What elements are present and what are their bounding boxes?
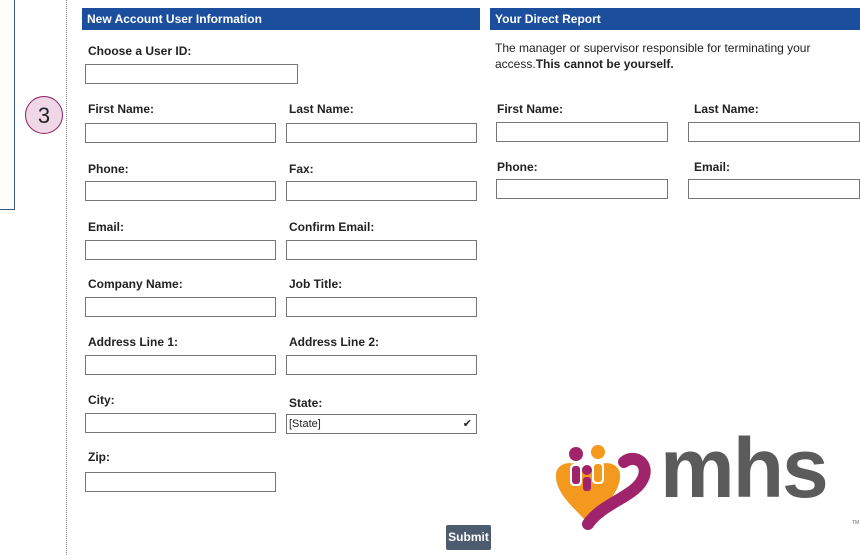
dotted-divider bbox=[66, 0, 67, 555]
state-select-value: [State] bbox=[289, 418, 321, 430]
phone-input[interactable] bbox=[85, 181, 276, 201]
fax-input[interactable] bbox=[286, 181, 477, 201]
confirm-email-label: Confirm Email: bbox=[289, 220, 375, 234]
fax-label: Fax: bbox=[289, 162, 314, 176]
last-name-label: Last Name: bbox=[289, 102, 354, 116]
first-name-input[interactable] bbox=[85, 123, 276, 143]
last-name-input[interactable] bbox=[286, 123, 477, 143]
report-first-name-input[interactable] bbox=[496, 122, 668, 142]
job-title-input[interactable] bbox=[286, 297, 477, 317]
report-email-label: Email: bbox=[694, 160, 731, 174]
state-label: State: bbox=[289, 396, 323, 410]
company-name-label: Company Name: bbox=[88, 277, 183, 291]
new-account-header: New Account User Information bbox=[82, 8, 480, 30]
company-name-input[interactable] bbox=[85, 297, 276, 317]
address-line-1-input[interactable] bbox=[85, 355, 276, 375]
city-input[interactable] bbox=[85, 413, 276, 433]
report-phone-input[interactable] bbox=[496, 179, 668, 199]
trademark-mark: TM bbox=[852, 520, 860, 526]
zip-input[interactable] bbox=[85, 472, 276, 492]
report-last-name-input[interactable] bbox=[688, 122, 860, 142]
direct-report-note-warning: This cannot be yourself. bbox=[535, 57, 674, 71]
address-line-1-label: Address Line 1: bbox=[88, 335, 179, 349]
report-phone-label: Phone: bbox=[497, 160, 538, 174]
direct-report-header: Your Direct Report bbox=[490, 8, 860, 30]
direct-report-note: The manager or supervisor responsible fo… bbox=[495, 40, 855, 72]
submit-button[interactable]: Submit bbox=[446, 525, 491, 550]
email-input[interactable] bbox=[85, 240, 276, 260]
user-id-input[interactable] bbox=[85, 64, 298, 84]
logo-text: mhs bbox=[660, 421, 829, 515]
user-id-label: Choose a User ID: bbox=[88, 44, 192, 58]
phone-label: Phone: bbox=[88, 162, 129, 176]
report-last-name-label: Last Name: bbox=[694, 102, 759, 116]
report-email-input[interactable] bbox=[688, 179, 860, 199]
city-label: City: bbox=[88, 393, 115, 407]
report-first-name-label: First Name: bbox=[497, 102, 564, 116]
state-select[interactable]: [State] ✔ bbox=[286, 414, 477, 434]
confirm-email-input[interactable] bbox=[286, 240, 477, 260]
zip-label: Zip: bbox=[88, 450, 110, 464]
job-title-label: Job Title: bbox=[289, 277, 343, 291]
chevron-down-icon: ✔ bbox=[462, 418, 472, 430]
mhs-logo: mhs bbox=[548, 421, 858, 530]
email-label: Email: bbox=[88, 220, 125, 234]
address-line-2-label: Address Line 2: bbox=[289, 335, 380, 349]
family-heart-icon bbox=[555, 445, 651, 530]
step-number-badge: 3 bbox=[25, 96, 63, 134]
left-bracket bbox=[0, 0, 15, 210]
address-line-2-input[interactable] bbox=[286, 355, 477, 375]
first-name-label: First Name: bbox=[88, 102, 155, 116]
